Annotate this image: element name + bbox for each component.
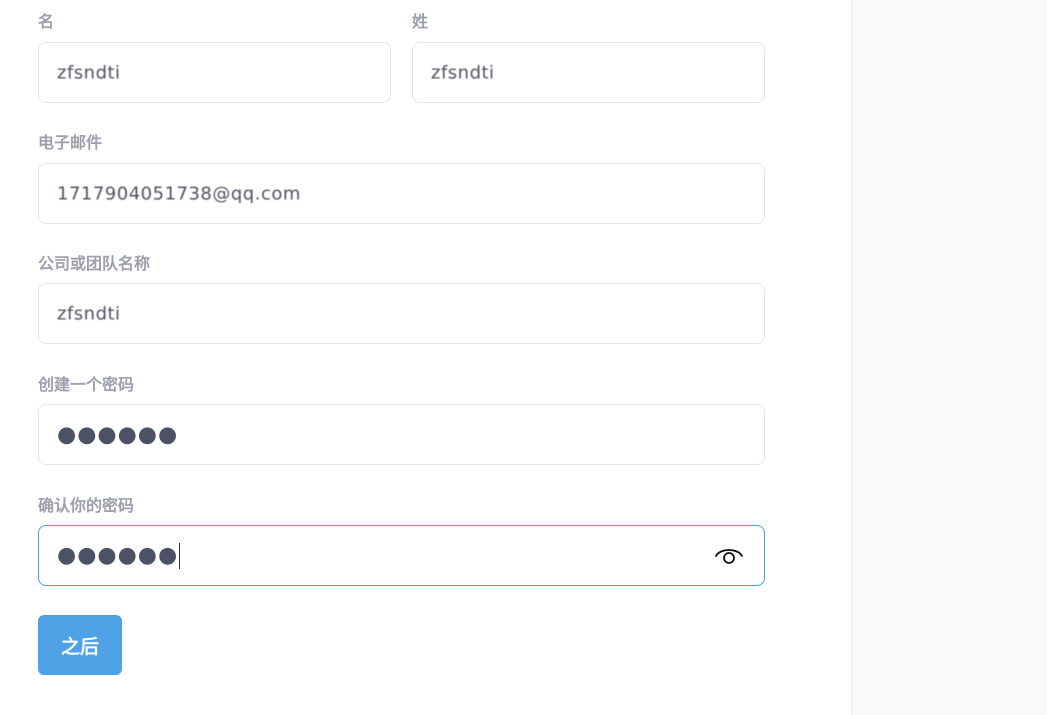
first-name-field[interactable]: zfsndti bbox=[38, 42, 391, 103]
confirm-password-label: 确认你的密码 bbox=[38, 496, 135, 515]
last-name-value: zfsndti bbox=[431, 62, 495, 83]
company-field[interactable]: zfsndti bbox=[38, 283, 765, 344]
password-label: 创建一个密码 bbox=[38, 375, 135, 394]
password-value: ●●●●●● bbox=[57, 422, 179, 447]
confirm-password-value: ●●●●●● bbox=[57, 542, 179, 568]
side-panel bbox=[851, 0, 1047, 715]
next-button[interactable]: 之后 bbox=[38, 615, 122, 675]
eye-icon-svg bbox=[715, 548, 743, 564]
first-name-label: 名 bbox=[38, 12, 55, 31]
confirm-password-value-wrap: ●●●●●● bbox=[57, 542, 181, 569]
text-caret bbox=[179, 542, 181, 569]
email-value: 1717904051738@qq.com bbox=[57, 183, 301, 204]
signup-form: 名 zfsndti 姓 zfsndti 电子邮件 1717904051738@q… bbox=[0, 0, 851, 715]
signup-page: 名 zfsndti 姓 zfsndti 电子邮件 1717904051738@q… bbox=[0, 0, 1047, 715]
company-value: zfsndti bbox=[57, 303, 121, 324]
first-name-value: zfsndti bbox=[57, 62, 121, 83]
last-name-label: 姓 bbox=[412, 12, 429, 31]
last-name-field[interactable]: zfsndti bbox=[412, 42, 765, 103]
password-field[interactable]: ●●●●●● bbox=[38, 404, 765, 465]
eye-icon[interactable] bbox=[714, 545, 744, 567]
company-label: 公司或团队名称 bbox=[38, 254, 151, 273]
confirm-password-field[interactable]: ●●●●●● bbox=[38, 525, 765, 586]
email-field[interactable]: 1717904051738@qq.com bbox=[38, 163, 765, 224]
email-label: 电子邮件 bbox=[38, 133, 103, 152]
